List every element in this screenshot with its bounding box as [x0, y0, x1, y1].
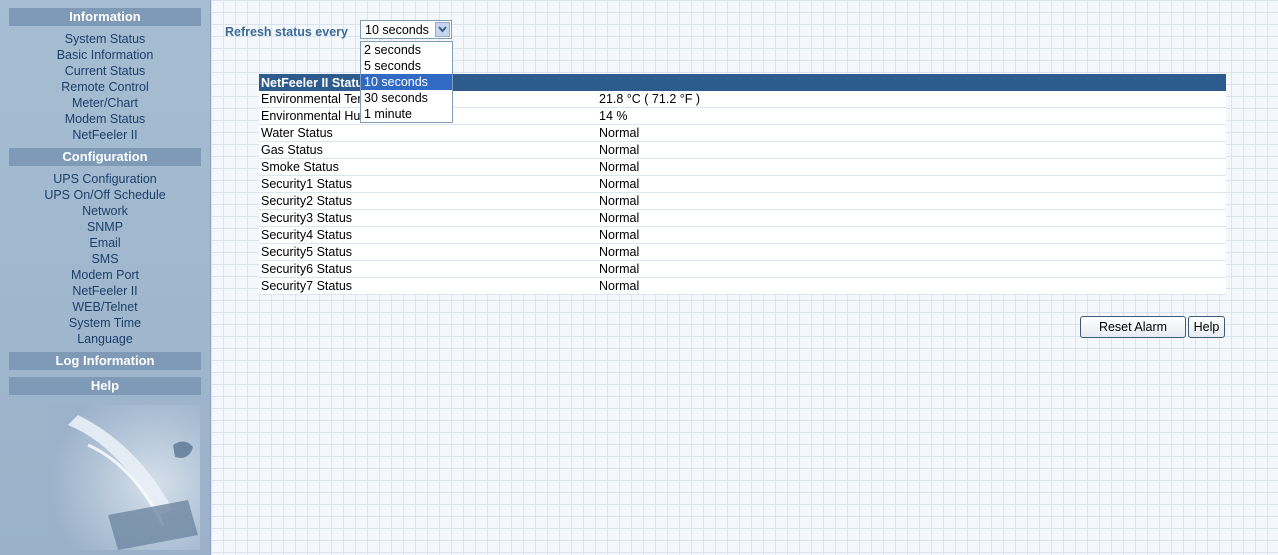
table-row: Security4 Status Normal	[259, 226, 1226, 244]
row-label: Security3 Status	[259, 209, 597, 227]
sidebar-item-netfeeler-info[interactable]: NetFeeler II	[9, 127, 201, 143]
refresh-option-2-seconds[interactable]: 2 seconds	[361, 42, 452, 58]
sidebar-item-email[interactable]: Email	[9, 235, 201, 251]
row-value: Normal	[597, 175, 1226, 193]
row-value: Normal	[597, 260, 1226, 278]
sidebar-item-system-status[interactable]: System Status	[9, 31, 201, 47]
refresh-option-5-seconds[interactable]: 5 seconds	[361, 58, 452, 74]
row-value: 21.8 °C ( 71.2 °F )	[597, 91, 1226, 108]
section-heading-information[interactable]: Information	[9, 8, 201, 26]
refresh-option-30-seconds[interactable]: 30 seconds	[361, 90, 452, 106]
sidebar-item-netfeeler-config[interactable]: NetFeeler II	[9, 283, 201, 299]
row-value: Normal	[597, 192, 1226, 210]
row-label: Gas Status	[259, 141, 597, 159]
configuration-menu: UPS Configuration UPS On/Off Schedule Ne…	[9, 171, 201, 347]
sidebar-item-network[interactable]: Network	[9, 203, 201, 219]
sidebar-item-ups-configuration[interactable]: UPS Configuration	[9, 171, 201, 187]
sidebar-item-web-telnet[interactable]: WEB/Telnet	[9, 299, 201, 315]
row-value: Normal	[597, 141, 1226, 159]
refresh-label: Refresh status every	[225, 25, 348, 39]
refresh-option-1-minute[interactable]: 1 minute	[361, 106, 452, 122]
sidebar-item-sms[interactable]: SMS	[9, 251, 201, 267]
chevron-down-icon[interactable]	[435, 22, 450, 37]
table-row: Smoke Status Normal	[259, 158, 1226, 176]
row-value: 14 %	[597, 107, 1226, 125]
row-value: Normal	[597, 243, 1226, 261]
table-row: Security1 Status Normal	[259, 175, 1226, 193]
row-value: Normal	[597, 226, 1226, 244]
row-label: Security5 Status	[259, 243, 597, 261]
sidebar-item-current-status[interactable]: Current Status	[9, 63, 201, 79]
row-label: Security7 Status	[259, 277, 597, 295]
sidebar-item-ups-onoff-schedule[interactable]: UPS On/Off Schedule	[9, 187, 201, 203]
sidebar-item-modem-status[interactable]: Modem Status	[9, 111, 201, 127]
section-heading-configuration[interactable]: Configuration	[9, 148, 201, 166]
help-button[interactable]: Help	[1188, 316, 1225, 338]
table-row: Security3 Status Normal	[259, 209, 1226, 227]
row-label: Security6 Status	[259, 260, 597, 278]
sidebar-item-basic-information[interactable]: Basic Information	[9, 47, 201, 63]
refresh-option-10-seconds[interactable]: 10 seconds	[361, 74, 452, 90]
reset-alarm-button[interactable]: Reset Alarm	[1080, 316, 1186, 338]
row-value: Normal	[597, 277, 1226, 295]
row-label: Security4 Status	[259, 226, 597, 244]
table-row: Security7 Status Normal	[259, 277, 1226, 295]
row-value: Normal	[597, 209, 1226, 227]
sidebar-item-system-time[interactable]: System Time	[9, 315, 201, 331]
section-heading-log-information[interactable]: Log Information	[9, 352, 201, 370]
refresh-selected-value: 10 seconds	[365, 23, 429, 37]
row-label: Security2 Status	[259, 192, 597, 210]
table-row: Gas Status Normal	[259, 141, 1226, 159]
refresh-options-list: 2 seconds 5 seconds 10 seconds 30 second…	[360, 41, 453, 123]
row-label: Smoke Status	[259, 158, 597, 176]
row-label: Security1 Status	[259, 175, 597, 193]
section-heading-help[interactable]: Help	[9, 377, 201, 395]
main-content: Refresh status every 10 seconds 2 second…	[211, 0, 1278, 555]
sidebar: Information System Status Basic Informat…	[0, 0, 211, 555]
sidebar-item-modem-port[interactable]: Modem Port	[9, 267, 201, 283]
row-value: Normal	[597, 124, 1226, 142]
decorative-laptop-illustration	[48, 405, 200, 550]
table-row: Security5 Status Normal	[259, 243, 1226, 261]
sidebar-item-snmp[interactable]: SNMP	[9, 219, 201, 235]
table-row: Water Status Normal	[259, 124, 1226, 142]
table-row: Security2 Status Normal	[259, 192, 1226, 210]
sidebar-item-meter-chart[interactable]: Meter/Chart	[9, 95, 201, 111]
row-label: Water Status	[259, 124, 597, 142]
information-menu: System Status Basic Information Current …	[9, 31, 201, 143]
refresh-interval-select[interactable]: 10 seconds	[360, 20, 452, 39]
table-row: Security6 Status Normal	[259, 260, 1226, 278]
sidebar-item-remote-control[interactable]: Remote Control	[9, 79, 201, 95]
row-value: Normal	[597, 158, 1226, 176]
sidebar-item-language[interactable]: Language	[9, 331, 201, 347]
